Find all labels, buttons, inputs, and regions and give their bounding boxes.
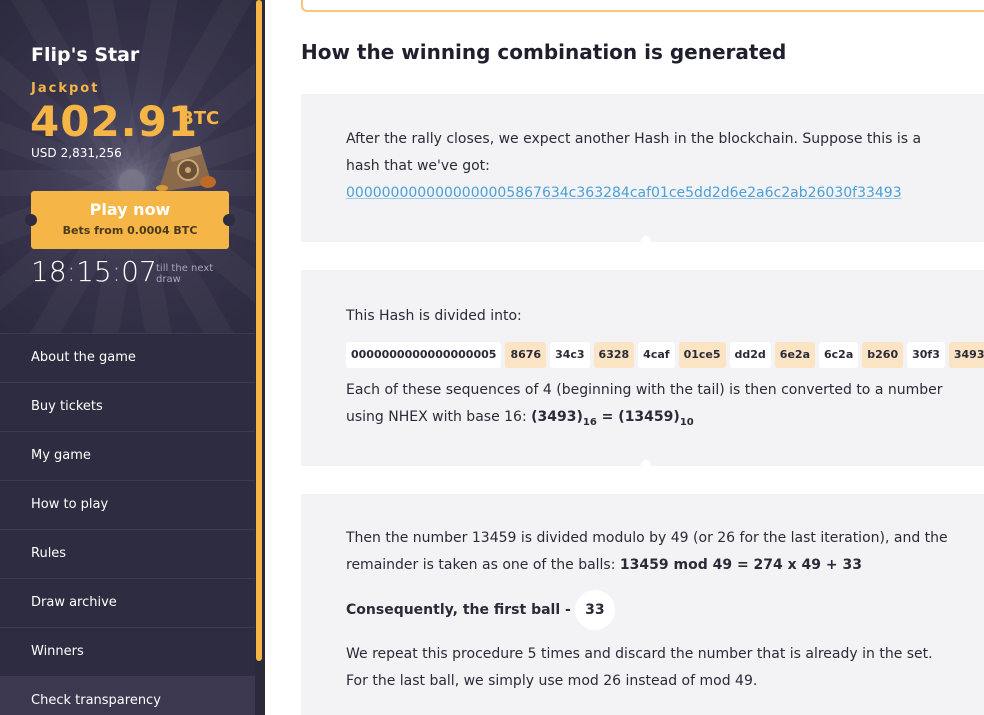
- hash-segment: b260: [862, 342, 904, 368]
- treasure-safe-icon: [156, 146, 216, 192]
- hash-segment: 01ce5: [678, 342, 726, 368]
- hash-segment: 6c2a: [819, 342, 859, 368]
- till-next-draw-label: till the next draw: [156, 263, 214, 285]
- timer-minutes: 15: [76, 255, 112, 288]
- first-ball-value: 33: [574, 590, 615, 630]
- jackpot-hero: Flip's Star Jackpot 402.91 BTC USD 2,831,…: [0, 0, 265, 333]
- menu-item-winners[interactable]: Winners: [0, 627, 255, 676]
- hash-segment: 6e2a: [774, 342, 815, 368]
- timer-seconds: 07: [121, 255, 157, 288]
- repeat-text: We repeat this procedure 5 times and dis…: [346, 646, 933, 689]
- sidebar-scrollbar-thumb[interactable]: [256, 0, 262, 661]
- hash-segment: 6328: [593, 342, 635, 368]
- split-intro: This Hash is divided into:: [346, 308, 522, 324]
- brand-logo-text[interactable]: Flip's Star: [31, 44, 139, 66]
- hash-segment: 34c3: [550, 342, 590, 368]
- usd-label: USD: [31, 146, 57, 160]
- menu-item-rules[interactable]: Rules: [0, 529, 255, 578]
- first-ball-row: Consequently, the first ball -33: [346, 590, 956, 630]
- hash-split-card: This Hash is divided into: 0000000000000…: [301, 270, 984, 466]
- hash-segment: dd2d: [729, 342, 771, 368]
- hash-segment: 30f3: [907, 342, 945, 368]
- jackpot-usd: USD 2,831,256: [31, 146, 122, 160]
- menu-item-check-transparency[interactable]: Check transparency: [0, 676, 255, 715]
- main-content: How the winning combination is generated…: [265, 0, 984, 715]
- block-hash-link[interactable]: 0000000000000000005867634c363284caf01ce5…: [346, 185, 902, 201]
- hash-segments: 0000000000000000005 8676 34c3 6328 4caf …: [346, 342, 984, 368]
- menu-item-about[interactable]: About the game: [0, 333, 255, 382]
- hash-segment: 4caf: [638, 342, 675, 368]
- hash-segment: 0000000000000000005: [346, 342, 502, 368]
- timer-hours: 18: [31, 255, 67, 288]
- conversion-formula: (3493)16 = (13459)10: [531, 409, 694, 428]
- hash-card: After the rally closes, we expect anothe…: [301, 94, 984, 242]
- previous-section-box: [301, 0, 984, 12]
- page-heading: How the winning combination is generated: [301, 40, 787, 64]
- menu-item-my-game[interactable]: My game: [0, 431, 255, 480]
- bets-from-label: Bets from 0.0004 BTC: [62, 224, 198, 237]
- modulo-card: Then the number 13459 is divided modulo …: [301, 494, 984, 715]
- first-ball-label: Consequently, the first ball -: [346, 602, 571, 618]
- menu-item-buy-tickets[interactable]: Buy tickets: [0, 382, 255, 431]
- conversion-text: Each of these sequences of 4 (beginning …: [346, 377, 956, 436]
- play-now-label: Play now: [89, 200, 171, 219]
- menu-item-draw-archive[interactable]: Draw archive: [0, 578, 255, 627]
- jackpot-currency: BTC: [180, 108, 220, 129]
- hash-segment: 3493: [948, 342, 984, 368]
- hash-intro: After the rally closes, we expect anothe…: [346, 131, 922, 174]
- jackpot-label: Jackpot: [31, 81, 100, 96]
- hash-segment: 8676: [505, 342, 547, 368]
- play-now-button[interactable]: Play now Bets from 0.0004 BTC: [25, 191, 235, 249]
- draw-countdown-timer: 18:15:07: [31, 255, 157, 288]
- menu-item-how-to-play[interactable]: How to play: [0, 480, 255, 529]
- hash-intro-text: After the rally closes, we expect anothe…: [346, 126, 956, 207]
- sidebar: Flip's Star Jackpot 402.91 BTC USD 2,831,…: [0, 0, 265, 715]
- sidebar-menu: About the game Buy tickets My game How t…: [0, 333, 255, 715]
- modulo-formula: 13459 mod 49 = 274 x 49 + 33: [619, 557, 862, 573]
- usd-value: 2,831,256: [60, 146, 122, 160]
- modulo-text: Then the number 13459 is divided modulo …: [346, 525, 956, 579]
- jackpot-value: 402.91: [30, 97, 199, 146]
